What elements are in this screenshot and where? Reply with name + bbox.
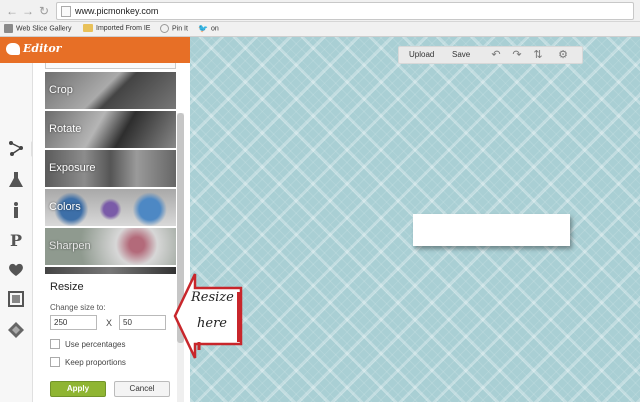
resize-panel: Resize Change size to: 250 X 50 Use perc… — [45, 275, 176, 402]
editor-logo: Editor — [6, 42, 61, 55]
forward-icon[interactable]: → — [20, 3, 36, 19]
bookmark-label: Pin It — [172, 25, 188, 33]
tool-label: Sharpen — [49, 240, 91, 252]
use-percentages-label: Use percentages — [65, 340, 126, 349]
bookmark-web-slice-gallery[interactable]: Web Slice Gallery — [4, 24, 72, 33]
web-slice-icon — [4, 24, 13, 33]
effects-icon[interactable] — [6, 171, 26, 191]
tool-colors[interactable]: Colors — [45, 189, 176, 227]
cancel-button[interactable]: Cancel — [114, 381, 170, 397]
use-percentages-checkbox[interactable] — [50, 339, 60, 349]
redo-icon[interactable]: ↷ — [510, 48, 524, 62]
bookmark-label: on — [210, 25, 219, 33]
text-icon[interactable]: P — [6, 231, 26, 251]
change-size-label: Change size to: — [50, 303, 106, 312]
tool-rotate[interactable]: Rotate — [45, 111, 176, 149]
tool-label: Colors — [49, 201, 81, 213]
tool-crop[interactable]: Crop — [45, 72, 176, 110]
dimension-separator: X — [106, 318, 113, 328]
resize-title: Resize — [50, 281, 84, 293]
apply-button[interactable]: Apply — [50, 381, 106, 397]
tools-panel: Crop Rotate Exposure Colors Sharpen Resi… — [33, 63, 190, 402]
pin-icon — [160, 24, 169, 33]
basic-edits-icon[interactable] — [6, 139, 37, 159]
overlays-icon[interactable] — [6, 261, 26, 281]
browser-toolbar: ← → ↻ www.picmonkey.com — [0, 0, 640, 22]
annotation-line-2: here — [197, 316, 227, 331]
tool-label: Exposure — [49, 162, 96, 174]
bookmark-on[interactable]: 🐦 on — [198, 24, 219, 33]
bookmark-imported-from-ie[interactable]: Imported From IE — [83, 24, 150, 32]
canvas-toolbar: Upload Save ↶ ↷ ⇅ ⚙ — [398, 46, 583, 64]
reload-icon[interactable]: ↻ — [36, 3, 52, 19]
app-header: Editor — [0, 37, 190, 63]
tool-next-partial[interactable] — [45, 267, 176, 275]
bookmarks-bar: Web Slice Gallery Imported From IE Pin I… — [0, 22, 640, 37]
bookmark-label: Web Slice Gallery — [16, 25, 72, 33]
back-icon[interactable]: ← — [4, 3, 20, 19]
keep-proportions-label: Keep proportions — [65, 358, 126, 367]
height-input[interactable]: 50 — [119, 315, 166, 330]
tool-label: Crop — [49, 84, 73, 96]
panel-top-edge — [45, 63, 176, 69]
upload-button[interactable]: Upload — [409, 50, 434, 59]
address-bar[interactable]: www.picmonkey.com — [56, 2, 634, 20]
tool-exposure[interactable]: Exposure — [45, 150, 176, 188]
bookmark-pin-it[interactable]: Pin It — [160, 24, 188, 33]
resize-here-annotation: Resize here — [173, 272, 243, 360]
undo-icon[interactable]: ↶ — [489, 48, 503, 62]
tool-sharpen[interactable]: Sharpen — [45, 228, 176, 266]
save-button[interactable]: Save — [452, 50, 470, 59]
bookmark-label: Imported From IE — [96, 24, 151, 32]
textures-icon[interactable] — [6, 321, 26, 341]
monkey-logo-icon — [6, 43, 20, 55]
settings-icon[interactable]: ⚙ — [556, 48, 570, 62]
editor-canvas[interactable]: Upload Save ↶ ↷ ⇅ ⚙ — [190, 37, 640, 402]
compare-icon[interactable]: ⇅ — [531, 48, 545, 62]
address-url[interactable]: www.picmonkey.com — [75, 6, 158, 16]
tool-category-rail: P — [0, 63, 37, 402]
folder-icon — [83, 24, 93, 32]
page-icon — [61, 6, 71, 17]
tool-label: Rotate — [49, 123, 82, 135]
twitter-icon: 🐦 — [198, 24, 208, 33]
touch-up-icon[interactable] — [6, 201, 26, 221]
frames-icon[interactable] — [6, 291, 26, 311]
width-input[interactable]: 250 — [50, 315, 97, 330]
annotation-line-1: Resize — [191, 290, 234, 305]
keep-proportions-checkbox[interactable] — [50, 357, 60, 367]
resized-image[interactable] — [413, 214, 570, 246]
logo-text: Editor — [23, 42, 62, 55]
